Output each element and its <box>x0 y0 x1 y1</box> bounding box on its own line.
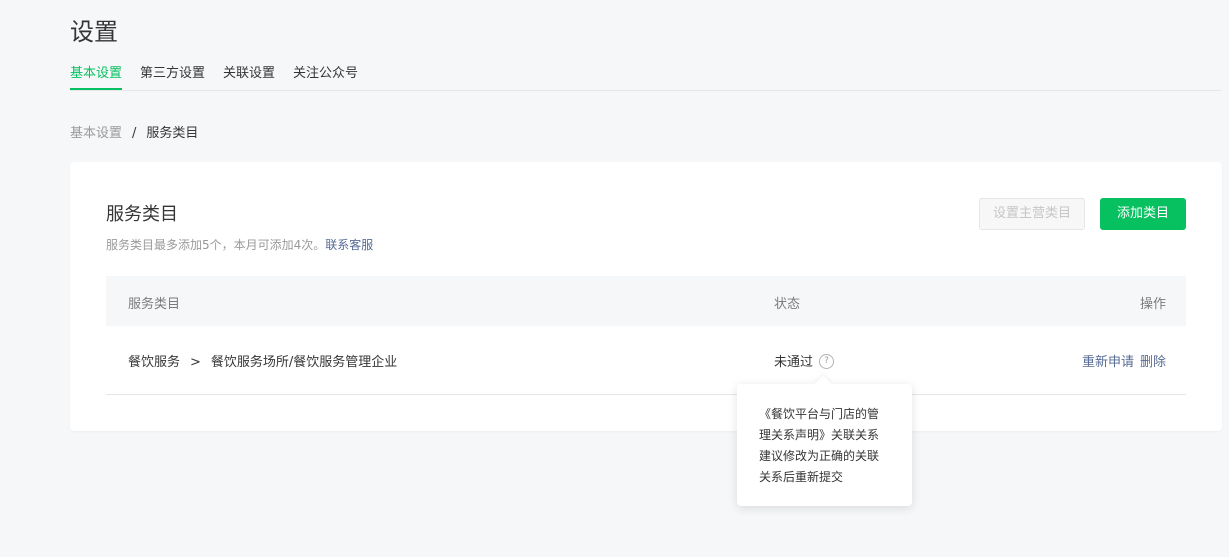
status-text: 未通过 <box>774 355 814 370</box>
tooltip-line: 理关系声明》关联关系 <box>759 428 880 442</box>
tooltip-line: 建议修改为正确的关联 <box>759 449 880 463</box>
tab-basic-settings[interactable]: 基本设置 <box>70 62 123 90</box>
reapply-link[interactable]: 重新申请 <box>1082 355 1134 370</box>
tooltip-line: 关系后重新提交 <box>759 470 844 484</box>
settings-tabs: 基本设置 第三方设置 关联设置 关注公众号 <box>70 62 1221 91</box>
category-table: 服务类目 状态 操作 餐饮服务 > 餐饮服务场所/餐饮服务管理企业 未通过? 重新申… <box>106 276 1186 395</box>
card-description-text: 服务类目最多添加5个，本月可添加4次。 <box>106 238 326 252</box>
category-secondary: 餐饮服务场所/餐饮服务管理企业 <box>210 355 398 370</box>
breadcrumb-separator: / <box>132 126 137 141</box>
delete-link[interactable]: 删除 <box>1140 355 1166 370</box>
set-main-category-button[interactable]: 设置主营类目 <box>979 198 1085 230</box>
tooltip-line: 《餐饮平台与门店的管 <box>759 407 880 421</box>
card-title: 服务类目 <box>106 204 178 225</box>
tab-association-settings[interactable]: 关联设置 <box>223 62 275 89</box>
table-row: 餐饮服务 > 餐饮服务场所/餐饮服务管理企业 未通过? 重新申请 删除 <box>106 326 1186 395</box>
service-category-card: 服务类目 服务类目最多添加5个，本月可添加4次。联系客服 设置主营类目 添加类目… <box>70 162 1222 431</box>
add-category-button[interactable]: 添加类目 <box>1100 198 1186 230</box>
header-status: 状态 <box>774 297 801 312</box>
row-actions: 重新申请 删除 <box>1076 351 1166 370</box>
breadcrumb-parent[interactable]: 基本设置 <box>70 126 122 141</box>
category-arrow: > <box>190 355 201 370</box>
header-category: 服务类目 <box>128 297 181 312</box>
tab-third-party-settings[interactable]: 第三方设置 <box>140 62 205 89</box>
contact-support-link[interactable]: 联系客服 <box>325 238 373 252</box>
page-title: 设置 <box>70 18 118 46</box>
status-tooltip: 《餐饮平台与门店的管 理关系声明》关联关系 建议修改为正确的关联 关系后重新提交 <box>737 384 912 506</box>
table-header: 服务类目 状态 操作 <box>106 276 1186 326</box>
row-category: 餐饮服务 > 餐饮服务场所/餐饮服务管理企业 <box>128 351 397 370</box>
tab-follow-official-account[interactable]: 关注公众号 <box>293 62 358 89</box>
breadcrumb-current: 服务类目 <box>146 126 199 141</box>
category-primary: 餐饮服务 <box>128 355 181 370</box>
card-description: 服务类目最多添加5个，本月可添加4次。联系客服 <box>106 236 373 253</box>
help-icon[interactable]: ? <box>819 354 835 369</box>
breadcrumb: 基本设置 / 服务类目 <box>70 122 198 141</box>
row-status: 未通过? <box>774 351 835 370</box>
header-actions: 操作 <box>1139 297 1166 312</box>
